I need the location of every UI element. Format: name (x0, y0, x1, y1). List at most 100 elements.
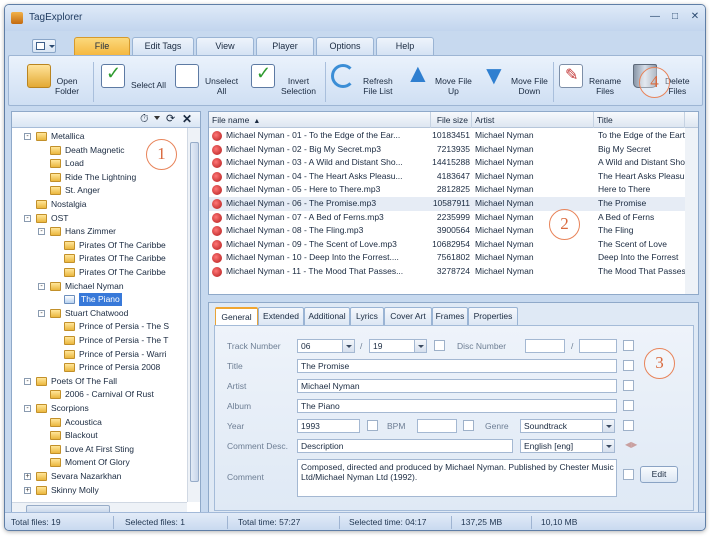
move-file-down-button[interactable]: ▼ Move File Down (481, 60, 555, 104)
tab-edit-tags[interactable]: Edit Tags (132, 37, 194, 55)
close-button[interactable]: ✕ (687, 10, 703, 24)
unselect-all-button[interactable]: Unselect All (175, 60, 247, 104)
tab-lyrics[interactable]: Lyrics (350, 307, 384, 325)
chevron-down-icon[interactable] (154, 116, 160, 120)
tree-item[interactable]: Ride The Lightning (12, 171, 187, 184)
artist-checkbox[interactable] (623, 380, 634, 391)
tree-item[interactable]: Pirates Of The Caribbe (12, 252, 187, 265)
edit-comment-button[interactable]: Edit (640, 466, 678, 483)
tree-item[interactable]: - OST (12, 212, 187, 225)
comment-checkbox[interactable] (623, 469, 634, 480)
disc-number-checkbox[interactable] (623, 340, 634, 351)
title-field[interactable]: The Promise (297, 359, 617, 373)
table-row[interactable]: Michael Nyman - 01 - To the Edge of the … (209, 129, 698, 143)
year-field[interactable]: 1993 (297, 419, 360, 433)
table-row[interactable]: Michael Nyman - 08 - The Fling.mp3 390056… (209, 224, 698, 238)
refresh-icon[interactable]: ⟳ (166, 112, 175, 125)
tree-item[interactable]: - Poets Of The Fall (12, 375, 187, 388)
tab-player[interactable]: Player (256, 37, 314, 55)
table-row[interactable]: Michael Nyman - 06 - The Promise.mp3 1058… (209, 197, 698, 211)
tab-file[interactable]: File (74, 37, 130, 55)
tree-item[interactable]: Prince of Persia - The T (12, 334, 187, 347)
tree-item[interactable]: Blackout (12, 429, 187, 442)
tree-item[interactable]: - Michael Nyman (12, 280, 187, 293)
collapse-icon[interactable]: - (38, 309, 45, 317)
track-total-field[interactable]: 19 (369, 339, 427, 353)
table-row[interactable]: Michael Nyman - 07 - A Bed of Ferns.mp3 2… (209, 211, 698, 225)
tree-vertical-scrollbar[interactable] (187, 128, 200, 502)
tab-extended[interactable]: Extended (258, 307, 304, 325)
close-icon[interactable]: ✕ (182, 112, 192, 126)
tab-general[interactable]: General (215, 307, 258, 325)
table-row[interactable]: Michael Nyman - 03 - A Wild and Distant … (209, 156, 698, 170)
tab-options[interactable]: Options (316, 37, 374, 55)
tree-item[interactable]: Pirates Of The Caribbe (12, 266, 187, 279)
table-row[interactable]: Michael Nyman - 10 - Deep Into the Forre… (209, 251, 698, 265)
table-row[interactable]: Michael Nyman - 02 - Big My Secret.mp3 72… (209, 143, 698, 157)
tree-item[interactable]: - Hans Zimmer (12, 225, 187, 238)
open-folder-button[interactable]: Open Folder (27, 60, 87, 104)
tree-item[interactable]: Prince of Persia - Warri (12, 348, 187, 361)
title-checkbox[interactable] (623, 360, 634, 371)
tree-item[interactable]: - Scorpions (12, 402, 187, 415)
genre-dropdown[interactable]: Soundtrack (520, 419, 615, 433)
tree-item[interactable]: 2006 - Carnival Of Rust (12, 388, 187, 401)
chevron-down-icon[interactable] (342, 340, 354, 352)
table-row[interactable]: Michael Nyman - 11 - The Mood That Passe… (209, 265, 698, 279)
nav-arrows-icon[interactable]: ◀▶ (625, 440, 637, 449)
tree-item[interactable]: + Sevara Nazarkhan (12, 470, 187, 483)
chevron-down-icon[interactable] (414, 340, 426, 352)
collapse-icon[interactable]: - (38, 228, 45, 236)
column-header-title[interactable]: Title (594, 112, 685, 128)
expand-icon[interactable]: + (24, 486, 31, 494)
history-icon[interactable]: ⏱ (140, 113, 149, 126)
tab-help[interactable]: Help (376, 37, 434, 55)
tree-item[interactable]: - Stuart Chatwood (12, 307, 187, 320)
tree-item[interactable]: Prince of Persia - The S (12, 320, 187, 333)
tree-item[interactable]: The Piano (12, 293, 187, 307)
collapse-icon[interactable]: - (24, 405, 31, 412)
comment-field[interactable]: Composed, directed and produced by Micha… (297, 459, 617, 497)
file-list-vertical-scrollbar[interactable] (685, 128, 698, 294)
collapse-icon[interactable]: - (24, 214, 31, 222)
tree-item[interactable]: Pirates Of The Caribbe (12, 239, 187, 252)
collapse-icon[interactable]: - (24, 133, 31, 140)
table-row[interactable]: Michael Nyman - 09 - The Scent of Love.m… (209, 238, 698, 252)
tab-additional[interactable]: Additional (304, 307, 350, 325)
chevron-down-icon[interactable] (602, 440, 614, 452)
tab-properties[interactable]: Properties (468, 307, 518, 325)
tab-cover-art[interactable]: Cover Art (384, 307, 432, 325)
column-header-artist[interactable]: Artist (472, 112, 594, 128)
move-file-up-button[interactable]: ▲ Move File Up (405, 58, 477, 104)
album-checkbox[interactable] (623, 400, 634, 411)
bpm-checkbox[interactable] (463, 420, 474, 431)
tree-item[interactable]: Acoustica (12, 416, 187, 429)
track-number-field[interactable]: 06 (297, 339, 355, 353)
rename-files-button[interactable]: ✎ Rename Files (559, 60, 623, 104)
bpm-field[interactable] (417, 419, 457, 433)
scrollbar-thumb[interactable] (190, 142, 199, 482)
application-menu-button[interactable] (32, 39, 56, 53)
album-field[interactable]: The Piano (297, 399, 617, 413)
tree-item[interactable]: Moment Of Glory (12, 456, 187, 469)
collapse-icon[interactable]: - (24, 377, 31, 385)
tree-item[interactable]: Nostalgia (12, 198, 187, 211)
minimize-button[interactable]: — (647, 10, 663, 24)
genre-checkbox[interactable] (623, 420, 634, 431)
table-row[interactable]: Michael Nyman - 04 - The Heart Asks Plea… (209, 170, 698, 184)
comment-desc-field[interactable]: Description (297, 439, 513, 453)
tree-item[interactable]: St. Anger (12, 184, 187, 197)
disc-total-field[interactable] (579, 339, 617, 353)
tree-item[interactable]: Love At First Sting (12, 443, 187, 456)
year-checkbox[interactable] (367, 420, 378, 431)
refresh-file-list-button[interactable]: Refresh File List (331, 60, 399, 104)
tree-item[interactable]: Prince of Persia 2008 (12, 361, 187, 374)
artist-field[interactable]: Michael Nyman (297, 379, 617, 393)
tab-frames[interactable]: Frames (432, 307, 468, 325)
invert-selection-button[interactable]: ✓ Invert Selection (251, 60, 321, 104)
disc-number-field[interactable] (525, 339, 565, 353)
track-number-checkbox[interactable] (434, 340, 445, 351)
chevron-down-icon[interactable] (602, 420, 614, 432)
maximize-button[interactable]: □ (667, 10, 683, 24)
collapse-icon[interactable]: - (38, 282, 45, 290)
